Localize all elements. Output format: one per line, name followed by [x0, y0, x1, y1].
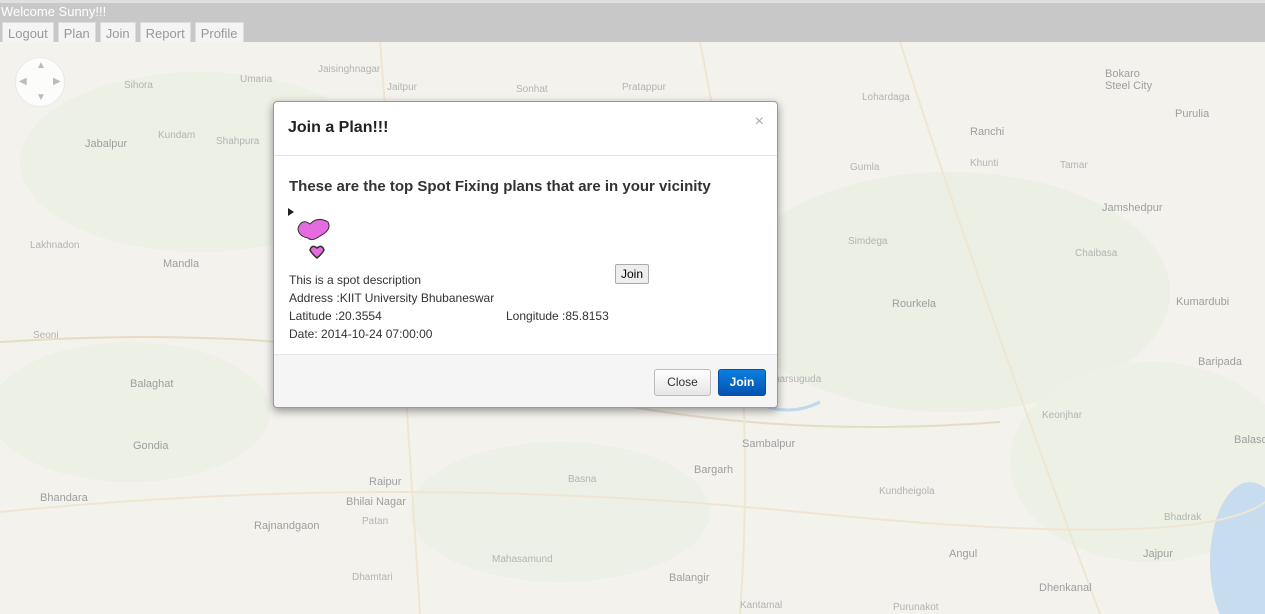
spot-address: Address :KIIT University Bhubaneswar [289, 291, 495, 305]
plans-heading: These are the top Spot Fixing plans that… [289, 178, 711, 195]
modal-footer: Close Join [274, 354, 777, 407]
inline-join-button[interactable]: Join [615, 264, 650, 284]
join-button[interactable]: Join [718, 369, 766, 396]
modal-body: These are the top Spot Fixing plans that… [274, 156, 777, 357]
spot-longitude: Longitude :85.8153 [506, 309, 609, 323]
join-plan-dialog: Join a Plan!!! × These are the top Spot … [273, 101, 778, 408]
spot-latitude: Latitude :20.3554 [289, 309, 382, 323]
top-bar: Welcome Sunny!!! Logout Plan Join Report… [0, 0, 1265, 46]
close-icon[interactable]: × [755, 113, 764, 131]
hearts-icon [288, 208, 330, 259]
welcome-text: Welcome Sunny!!! [1, 4, 107, 19]
modal-header: Join a Plan!!! × [274, 102, 777, 156]
spot-description: This is a spot description [289, 273, 422, 287]
close-button[interactable]: Close [654, 369, 711, 396]
spot-date: Date: 2014-10-24 07:00:00 [289, 327, 433, 341]
modal-title: Join a Plan!!! [288, 119, 389, 136]
